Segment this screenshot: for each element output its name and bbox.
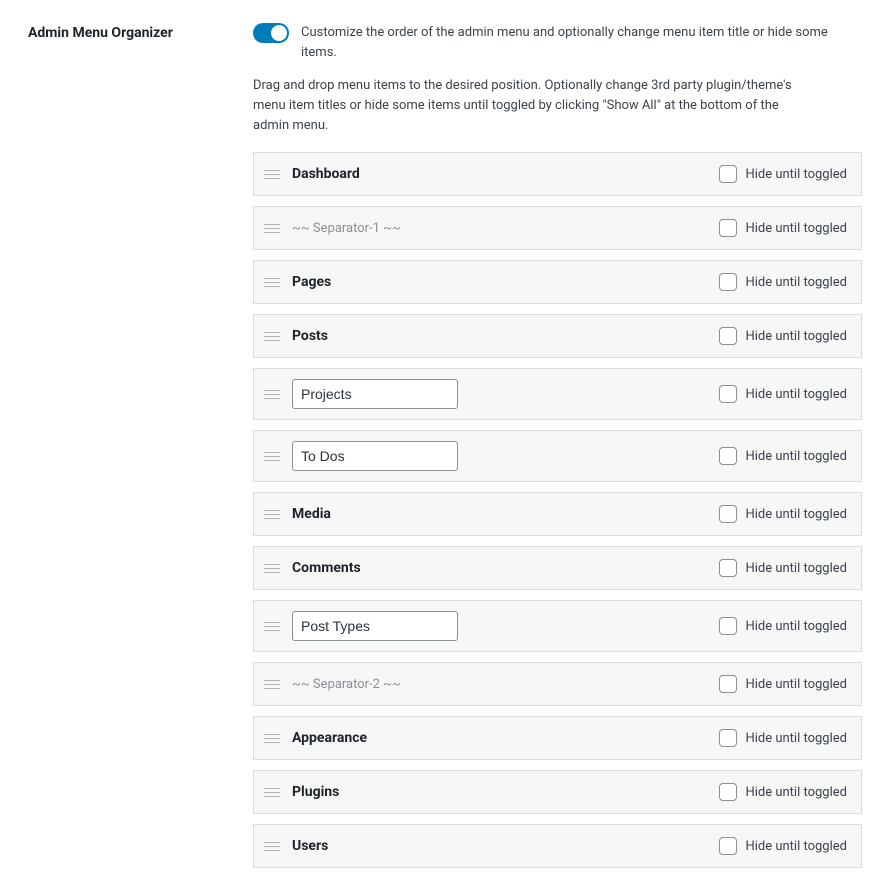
drag-handle-icon[interactable] (264, 275, 280, 289)
hide-label: Hide until toggled (745, 275, 847, 290)
drag-handle-icon[interactable] (264, 221, 280, 235)
menu-item-label: Appearance (292, 730, 367, 746)
menu-item[interactable]: Hide until toggled (253, 600, 862, 652)
hide-label: Hide until toggled (745, 785, 847, 800)
menu-item-left (264, 441, 458, 471)
menu-item-right: Hide until toggled (719, 447, 847, 465)
menu-item-right: Hide until toggled (719, 783, 847, 801)
hide-checkbox[interactable] (719, 559, 737, 577)
menu-item-right: Hide until toggled (719, 327, 847, 345)
hide-checkbox[interactable] (719, 675, 737, 693)
menu-item-left (264, 611, 458, 641)
hide-label: Hide until toggled (745, 731, 847, 746)
menu-item[interactable]: ~~ Separator-1 ~~ Hide until toggled (253, 206, 862, 250)
drag-handle-icon[interactable] (264, 619, 280, 633)
menu-item[interactable]: Media Hide until toggled (253, 492, 862, 536)
menu-item-separator-label: ~~ Separator-2 ~~ (292, 677, 401, 692)
menu-item-left: Comments (264, 560, 361, 576)
drag-handle-icon[interactable] (264, 387, 280, 401)
menu-item-separator-label: ~~ Separator-1 ~~ (292, 221, 401, 236)
drag-handle-icon[interactable] (264, 677, 280, 691)
drag-handle-icon[interactable] (264, 507, 280, 521)
menu-item-right: Hide until toggled (719, 837, 847, 855)
hide-label: Hide until toggled (745, 167, 847, 182)
hide-label: Hide until toggled (745, 839, 847, 854)
menu-item-left: Dashboard (264, 166, 360, 182)
menu-list: DashboardHide until toggled~~ Separator-… (253, 152, 862, 868)
menu-item-label: Posts (292, 328, 328, 344)
menu-item-label: Pages (292, 274, 331, 290)
hide-checkbox[interactable] (719, 837, 737, 855)
hide-label: Hide until toggled (745, 221, 847, 236)
menu-item-right: Hide until toggled (719, 617, 847, 635)
menu-item-right: Hide until toggled (719, 505, 847, 523)
menu-item-title-input[interactable] (292, 441, 458, 471)
long-description: Drag and drop menu items to the desired … (253, 76, 813, 136)
menu-item-right: Hide until toggled (719, 165, 847, 183)
drag-handle-icon[interactable] (264, 839, 280, 853)
menu-item[interactable]: Dashboard Hide until toggled (253, 152, 862, 196)
menu-item-title-input[interactable] (292, 611, 458, 641)
hide-label: Hide until toggled (745, 387, 847, 402)
menu-item-left: Appearance (264, 730, 367, 746)
menu-item-left: Posts (264, 328, 328, 344)
menu-item[interactable]: Posts Hide until toggled (253, 314, 862, 358)
drag-handle-icon[interactable] (264, 329, 280, 343)
hide-checkbox[interactable] (719, 219, 737, 237)
drag-handle-icon[interactable] (264, 785, 280, 799)
menu-item-right: Hide until toggled (719, 219, 847, 237)
hide-checkbox[interactable] (719, 783, 737, 801)
drag-handle-icon[interactable] (264, 731, 280, 745)
menu-item[interactable]: UsersHide until toggled (253, 824, 862, 868)
menu-item[interactable]: Pages Hide until toggled (253, 260, 862, 304)
drag-handle-icon[interactable] (264, 449, 280, 463)
menu-item-left: Plugins (264, 784, 339, 800)
menu-item-left: Pages (264, 274, 331, 290)
menu-item-right: Hide until toggled (719, 559, 847, 577)
menu-item-label: Dashboard (292, 166, 360, 182)
menu-item-label: Comments (292, 560, 361, 576)
hide-checkbox[interactable] (719, 385, 737, 403)
menu-item-right: Hide until toggled (719, 385, 847, 403)
hide-label: Hide until toggled (745, 677, 847, 692)
hide-checkbox[interactable] (719, 505, 737, 523)
hide-label: Hide until toggled (745, 449, 847, 464)
menu-item[interactable]: ~~ Separator-2 ~~ Hide until toggled (253, 662, 862, 706)
hide-checkbox[interactable] (719, 273, 737, 291)
menu-item[interactable]: Hide until toggled (253, 430, 862, 482)
hide-checkbox[interactable] (719, 165, 737, 183)
section-title: Admin Menu Organizer (28, 25, 253, 41)
menu-item-left (264, 379, 458, 409)
menu-item[interactable]: Comments Hide until toggled (253, 546, 862, 590)
hide-label: Hide until toggled (745, 507, 847, 522)
menu-item-label: Plugins (292, 784, 339, 800)
hide-label: Hide until toggled (745, 561, 847, 576)
toggle-knob (271, 25, 287, 41)
short-description: Customize the order of the admin menu an… (301, 23, 861, 62)
hide-checkbox[interactable] (719, 327, 737, 345)
menu-item[interactable]: Plugins Hide until toggled (253, 770, 862, 814)
menu-item-left: ~~ Separator-2 ~~ (264, 677, 401, 692)
menu-item-left: ~~ Separator-1 ~~ (264, 221, 401, 236)
menu-item-title-input[interactable] (292, 379, 458, 409)
hide-checkbox[interactable] (719, 617, 737, 635)
hide-label: Hide until toggled (745, 619, 847, 634)
menu-item[interactable]: Hide until toggled (253, 368, 862, 420)
menu-item-right: Hide until toggled (719, 273, 847, 291)
menu-item[interactable]: Appearance Hide until toggled (253, 716, 862, 760)
hide-label: Hide until toggled (745, 329, 847, 344)
menu-item-right: Hide until toggled (719, 675, 847, 693)
hide-checkbox[interactable] (719, 447, 737, 465)
drag-handle-icon[interactable] (264, 561, 280, 575)
menu-item-right: Hide until toggled (719, 729, 847, 747)
menu-item-left: Media (264, 506, 331, 522)
menu-item-label: Media (292, 506, 331, 522)
organizer-toggle[interactable] (253, 23, 289, 43)
hide-checkbox[interactable] (719, 729, 737, 747)
drag-handle-icon[interactable] (264, 167, 280, 181)
